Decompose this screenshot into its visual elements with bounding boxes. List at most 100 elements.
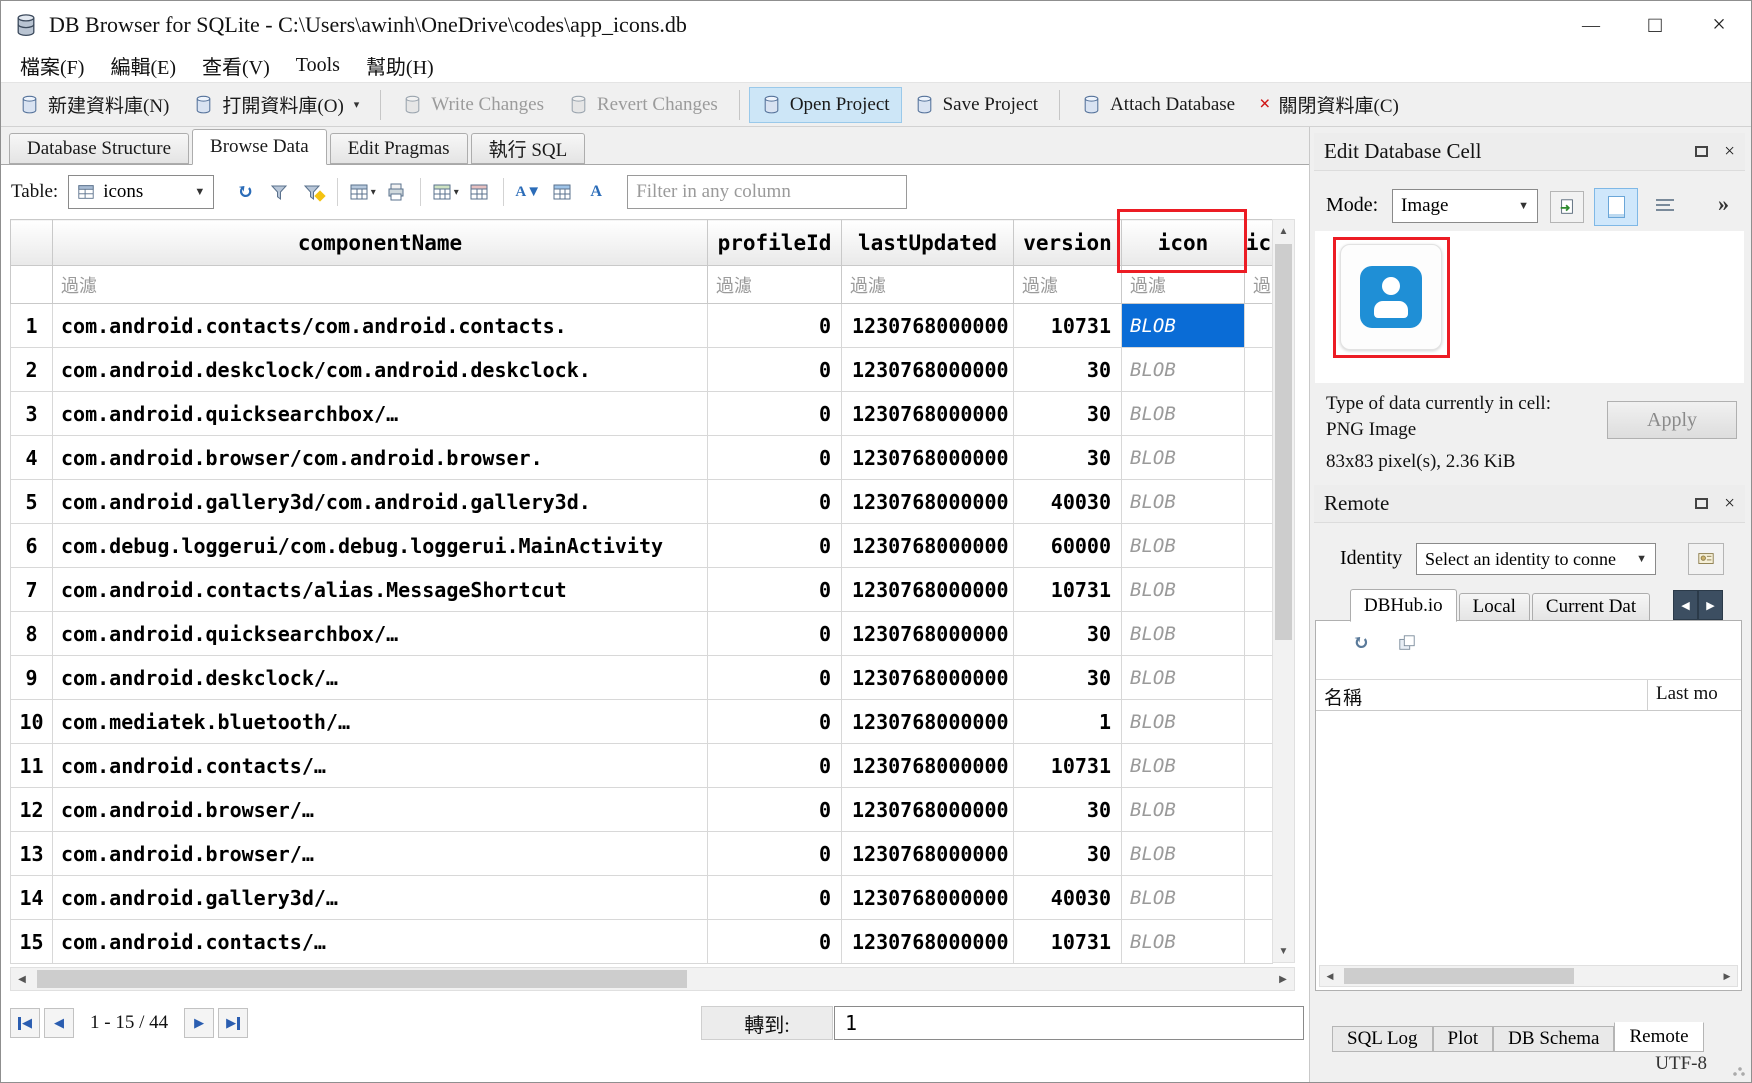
close-button[interactable]: × <box>1687 1 1751 49</box>
cell-overflow[interactable] <box>1245 876 1273 920</box>
scroll-up-icon[interactable]: ▲ <box>1273 220 1294 242</box>
column-filter-componentName[interactable]: 過濾 <box>53 266 708 304</box>
cell-overflow[interactable] <box>1245 436 1273 480</box>
tab-pragmas[interactable]: Edit Pragmas <box>330 133 468 164</box>
cell-overflow[interactable] <box>1245 920 1273 964</box>
cell-componentName[interactable]: com.android.deskclock/… <box>53 656 708 700</box>
next-page-button[interactable]: ▶ <box>184 1008 214 1038</box>
cell-profileId[interactable]: 0 <box>708 788 842 832</box>
import-data-button[interactable] <box>1550 191 1584 223</box>
cell-lastUpdated[interactable]: 1230768000000 <box>842 568 1014 612</box>
tab-scroll-left-button[interactable]: ◀ <box>1673 590 1698 620</box>
close-db-button[interactable]: ×關閉資料庫(C) <box>1247 87 1411 123</box>
cell-icon[interactable]: BLOB <box>1122 480 1245 524</box>
select-table-cells-button[interactable] <box>545 175 579 209</box>
last-page-button[interactable]: ▶ <box>218 1008 248 1038</box>
cell-componentName[interactable]: com.android.contacts/alias.MessageShortc… <box>53 568 708 612</box>
cell-componentName[interactable]: com.android.quicksearchbox/… <box>53 612 708 656</box>
prev-page-button[interactable]: ◀ <box>44 1008 74 1038</box>
mode-selector[interactable]: Image ▼ <box>1392 189 1538 223</box>
cell-lastUpdated[interactable]: 1230768000000 <box>842 700 1014 744</box>
cell-profileId[interactable]: 0 <box>708 612 842 656</box>
maximize-button[interactable]: □ <box>1623 1 1687 49</box>
column-header-icon[interactable]: icon <box>1122 220 1245 266</box>
column-filter-version[interactable]: 過濾 <box>1014 266 1122 304</box>
clear-all-filters-button[interactable] <box>262 175 296 209</box>
dropdown-arrow-icon[interactable]: ▾ <box>454 187 459 198</box>
cell-version[interactable]: 30 <box>1014 612 1122 656</box>
cell-componentName[interactable]: com.android.quicksearchbox/… <box>53 392 708 436</box>
dropdown-arrow-icon[interactable]: ▾ <box>354 98 360 111</box>
row-number[interactable]: 1 <box>11 304 53 348</box>
horizontal-scroll-thumb[interactable] <box>37 970 687 988</box>
cell-overflow[interactable] <box>1245 304 1273 348</box>
cell-componentName[interactable]: com.android.browser/… <box>53 832 708 876</box>
cell-profileId[interactable]: 0 <box>708 348 842 392</box>
export-table-button[interactable]: ▾ <box>345 175 379 209</box>
cell-componentName[interactable]: com.android.gallery3d/… <box>53 876 708 920</box>
menu-item-tools[interactable]: Tools <box>283 51 353 80</box>
cell-version[interactable]: 30 <box>1014 436 1122 480</box>
row-number[interactable]: 13 <box>11 832 53 876</box>
cell-profileId[interactable]: 0 <box>708 920 842 964</box>
cell-version[interactable]: 1 <box>1014 700 1122 744</box>
cell-lastUpdated[interactable]: 1230768000000 <box>842 480 1014 524</box>
remote-clone-button[interactable] <box>1392 629 1422 657</box>
cell-componentName[interactable]: com.android.gallery3d/com.android.galler… <box>53 480 708 524</box>
identity-selector[interactable]: Select an identity to conne ▼ <box>1416 543 1656 575</box>
column-filter-icon[interactable]: 過濾 <box>1122 266 1245 304</box>
remote-refresh-button[interactable]: ↻ <box>1346 629 1376 657</box>
print-button[interactable] <box>379 175 413 209</box>
row-number[interactable]: 7 <box>11 568 53 612</box>
image-view-button[interactable] <box>1594 188 1638 226</box>
bottom-tab-remote[interactable]: Remote <box>1614 1022 1703 1052</box>
remote-column-last-modified[interactable]: Last mo <box>1648 680 1741 710</box>
goto-button[interactable]: 轉到: <box>701 1006 833 1040</box>
row-number[interactable]: 10 <box>11 700 53 744</box>
column-header-version[interactable]: version <box>1014 220 1122 266</box>
text-align-icon[interactable] <box>1654 196 1676 216</box>
remote-tab-local[interactable]: Local <box>1459 593 1530 621</box>
cell-icon[interactable]: BLOB <box>1122 348 1245 392</box>
edit-column-button[interactable]: A <box>579 175 613 209</box>
dropdown-arrow-icon[interactable]: ▾ <box>371 187 376 198</box>
cell-overflow[interactable] <box>1245 480 1273 524</box>
goto-input[interactable] <box>834 1006 1304 1040</box>
cell-overflow[interactable] <box>1245 788 1273 832</box>
cell-icon[interactable]: BLOB <box>1122 876 1245 920</box>
cell-lastUpdated[interactable]: 1230768000000 <box>842 832 1014 876</box>
attach-db-button[interactable]: Attach Database <box>1069 87 1247 123</box>
column-filter-profileId[interactable]: 過濾 <box>708 266 842 304</box>
sort-asc-button[interactable]: A▼ <box>511 175 545 209</box>
horizontal-scrollbar[interactable]: ◀ ▶ <box>10 967 1295 991</box>
close-panel-icon[interactable]: × <box>1724 142 1735 161</box>
row-number[interactable]: 6 <box>11 524 53 568</box>
cell-version[interactable]: 30 <box>1014 348 1122 392</box>
cell-lastUpdated[interactable]: 1230768000000 <box>842 348 1014 392</box>
cell-overflow[interactable] <box>1245 524 1273 568</box>
menu-item-view[interactable]: 查看(V) <box>189 48 283 83</box>
menu-item-help[interactable]: 幫助(H) <box>353 48 447 83</box>
tab-structure[interactable]: Database Structure <box>9 133 189 164</box>
menu-item-file[interactable]: 檔案(F) <box>7 48 97 83</box>
bottom-tab-sql-log[interactable]: SQL Log <box>1332 1026 1433 1052</box>
row-number[interactable]: 14 <box>11 876 53 920</box>
float-panel-icon[interactable] <box>1695 498 1708 509</box>
scroll-left-icon[interactable]: ◀ <box>1320 966 1340 986</box>
column-header-ic[interactable]: ic <box>1245 220 1273 266</box>
cell-version[interactable]: 10731 <box>1014 568 1122 612</box>
cell-lastUpdated[interactable]: 1230768000000 <box>842 436 1014 480</box>
column-filter-ic[interactable]: 過 <box>1245 266 1273 304</box>
new-db-button[interactable]: 新建資料庫(N) <box>7 87 181 123</box>
revert-changes-button[interactable]: Revert Changes <box>556 87 730 123</box>
cell-componentName[interactable]: com.android.contacts/… <box>53 744 708 788</box>
cell-componentName[interactable]: com.mediatek.bluetooth/… <box>53 700 708 744</box>
cell-icon[interactable]: BLOB <box>1122 832 1245 876</box>
cell-icon[interactable]: BLOB <box>1122 524 1245 568</box>
cell-lastUpdated[interactable]: 1230768000000 <box>842 744 1014 788</box>
cell-version[interactable]: 10731 <box>1014 920 1122 964</box>
cell-icon[interactable]: BLOB <box>1122 920 1245 964</box>
save-project-button[interactable]: Save Project <box>902 87 1051 123</box>
cell-profileId[interactable]: 0 <box>708 700 842 744</box>
cell-profileId[interactable]: 0 <box>708 436 842 480</box>
